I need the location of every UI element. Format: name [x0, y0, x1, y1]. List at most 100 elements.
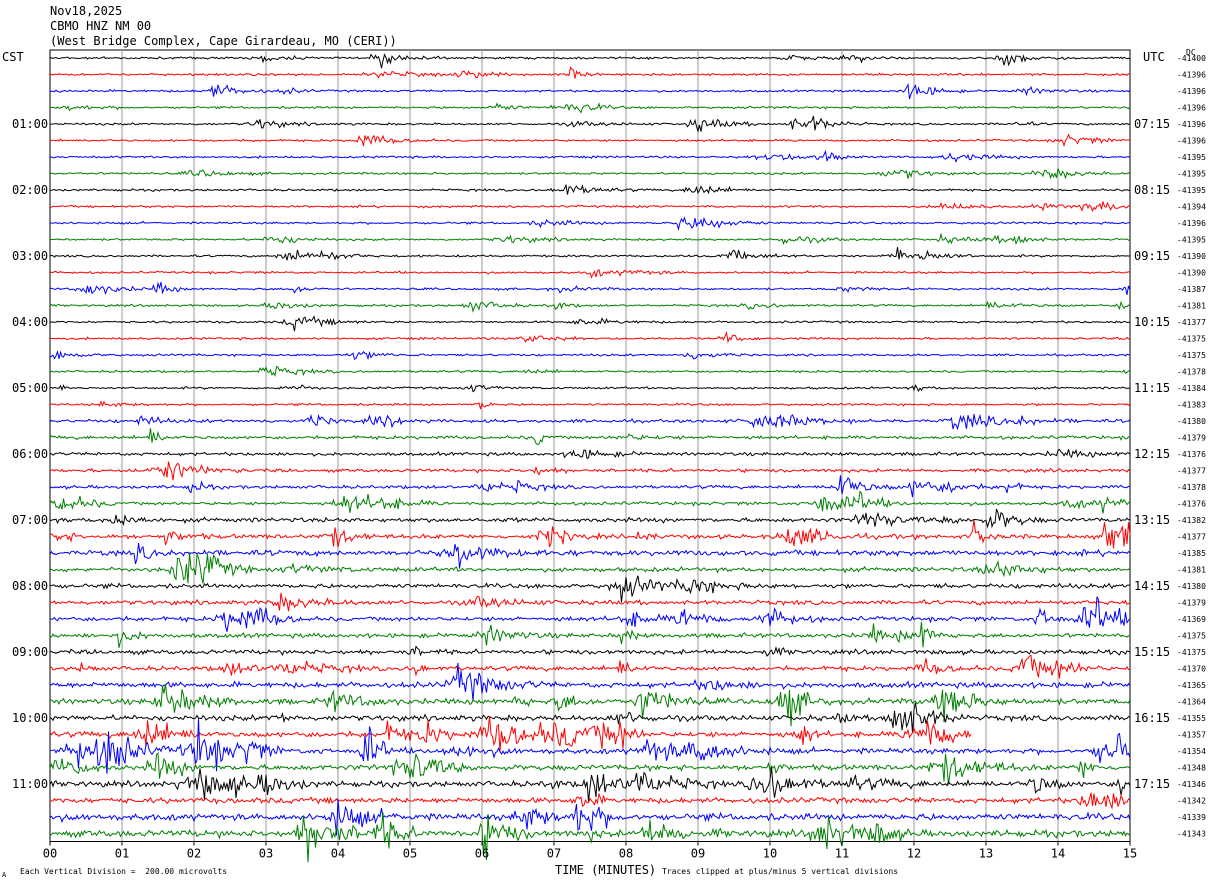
dc-offset-label: -41369: [1177, 615, 1206, 624]
helicorder-plot: 00 01 02 03 04 05 06 07 08 09 10 11 12 13 14 15 -41400 -4…: [12, 49, 1206, 863]
left-hour-label: 03:00: [12, 249, 48, 263]
left-hour-label: 07:00: [12, 513, 48, 527]
right-hour-label: 12:15: [1134, 447, 1170, 461]
seismic-trace: [49, 400, 1131, 410]
dc-offset-label: -41400: [1177, 54, 1206, 63]
seismic-trace: [49, 621, 1131, 648]
plot-frame: [49, 49, 1131, 842]
seismic-trace: [49, 448, 1131, 460]
dc-offset-label: -41379: [1177, 434, 1206, 443]
dc-offset-label: -41377: [1177, 467, 1206, 476]
x-tick-label: 13: [979, 847, 993, 861]
dc-offset-label: -41381: [1177, 302, 1206, 311]
seismic-traces: [49, 53, 1131, 863]
dc-offset-label: -41375: [1177, 648, 1206, 657]
seismic-trace: [49, 792, 1131, 810]
right-hour-label: 10:15: [1134, 315, 1170, 329]
seismic-trace: [49, 508, 1131, 529]
right-hour-label: 16:15: [1134, 711, 1170, 725]
right-hour-label: 07:15: [1134, 117, 1170, 131]
dc-offset-label: -41375: [1177, 351, 1206, 360]
dc-offset-label: -41379: [1177, 599, 1206, 608]
dc-offset-label: -41396: [1177, 120, 1206, 129]
seismic-trace: [49, 315, 1131, 332]
right-hour-label: 11:15: [1134, 381, 1170, 395]
corner-mark: A: [2, 871, 7, 879]
dc-offset-label: -41395: [1177, 170, 1206, 179]
seismic-trace: [49, 716, 972, 752]
seismic-trace: [49, 798, 1131, 836]
seismic-trace: [49, 247, 1131, 261]
dc-offset-label: -41396: [1177, 104, 1206, 113]
dc-offset-label: -41396: [1177, 137, 1206, 146]
dc-offset-label: -41376: [1177, 450, 1206, 459]
seismic-trace: [49, 767, 1131, 802]
dc-offset-label: -41377: [1177, 533, 1206, 542]
seismic-trace: [49, 232, 1131, 246]
dc-offset-label: -41390: [1177, 269, 1206, 278]
seismic-trace: [49, 149, 1131, 163]
clip-note: Traces clipped at plus/minus 5 vertical …: [662, 867, 899, 876]
dc-offset-label: -41395: [1177, 236, 1206, 245]
seismic-trace: [49, 413, 1131, 431]
seismic-trace: [50, 201, 1130, 213]
dc-offset-label: -41378: [1177, 368, 1206, 377]
x-tick-label: 08: [619, 847, 633, 861]
dc-offset-label: -41380: [1177, 582, 1206, 591]
dc-offset-label: -41396: [1177, 219, 1206, 228]
dc-offset-label: -41395: [1177, 153, 1206, 162]
seismic-trace: [49, 812, 1131, 863]
x-tick-label: 07: [547, 847, 561, 861]
seismic-trace: [49, 281, 1131, 296]
seismic-trace: [49, 330, 1131, 344]
dc-offset-label: -41378: [1177, 483, 1206, 492]
right-hour-label: 09:15: [1134, 249, 1170, 263]
dc-offset-label: -41390: [1177, 252, 1206, 261]
dc-offset-label: -41375: [1177, 632, 1206, 641]
seismic-trace: [49, 168, 1131, 180]
x-tick-label: 05: [403, 847, 417, 861]
seismic-trace: [49, 53, 1131, 69]
right-hour-label: 08:15: [1134, 183, 1170, 197]
seismic-trace: [49, 350, 1131, 361]
dc-offset-label: -41380: [1177, 417, 1206, 426]
left-hour-label: 05:00: [12, 381, 48, 395]
dc-offset-label: -41354: [1177, 747, 1206, 756]
dc-offset-label: -41382: [1177, 516, 1206, 525]
seismic-trace: [49, 461, 1131, 481]
dc-offset-label: -41357: [1177, 731, 1206, 740]
x-tick-label: 15: [1123, 847, 1137, 861]
dc-offset-label: -41394: [1177, 203, 1206, 212]
seismic-trace: [49, 82, 1131, 100]
right-hour-label: 14:15: [1134, 579, 1170, 593]
left-hour-label: 08:00: [12, 579, 48, 593]
x-tick-label: 09: [691, 847, 705, 861]
time-grid: [49, 49, 1131, 842]
dc-offset-label: -41339: [1177, 813, 1206, 822]
x-axis-title: TIME (MINUTES): [555, 863, 657, 877]
seismic-trace: [49, 268, 1130, 279]
seismic-trace: [49, 365, 1131, 377]
x-tick-label: 14: [1051, 847, 1065, 861]
seismic-trace: [49, 183, 1130, 195]
x-tick-label: 10: [763, 847, 777, 861]
right-hour-label: 13:15: [1134, 513, 1170, 527]
seismic-trace: [49, 300, 1131, 313]
x-tick-label: 03: [259, 847, 273, 861]
dc-offset-label: -41396: [1177, 87, 1206, 96]
dc-offset-label: -41342: [1177, 797, 1206, 806]
seismic-trace: [50, 654, 1131, 679]
seismic-trace: [49, 133, 1131, 148]
dc-offset-label: -41355: [1177, 714, 1206, 723]
seismic-trace: [49, 683, 1131, 727]
x-tick-label: 04: [331, 847, 345, 861]
dc-offset-label: -41383: [1177, 401, 1206, 410]
dc-offset-label: -41370: [1177, 665, 1206, 674]
seismic-trace: [49, 216, 1131, 231]
right-hour-label: 15:15: [1134, 645, 1170, 659]
dc-offset-label: -41381: [1177, 566, 1206, 575]
x-tick-label: 01: [115, 847, 129, 861]
vertical-scale-note: Each Vertical Division = 200.00 microvol…: [20, 867, 228, 876]
seismic-trace: [49, 66, 1131, 79]
dc-offset-label: -41346: [1177, 780, 1206, 789]
